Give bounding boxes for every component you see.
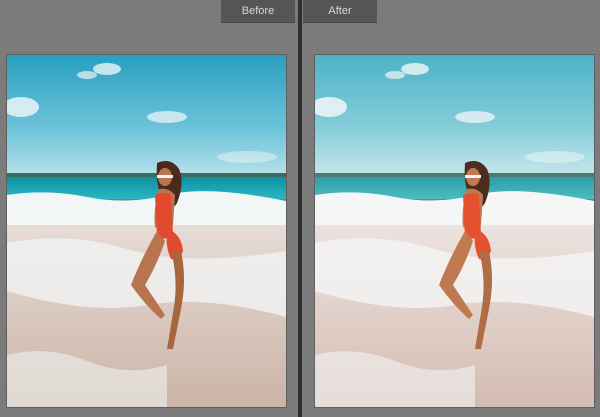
before-after-compare-view: Before After: [0, 0, 600, 417]
beach-photo-edited-icon: [315, 55, 594, 407]
before-tab[interactable]: Before: [221, 0, 295, 23]
before-photo: [6, 54, 287, 408]
after-tab[interactable]: After: [303, 0, 377, 23]
beach-photo-original-icon: [7, 55, 286, 407]
after-photo: [314, 54, 595, 408]
